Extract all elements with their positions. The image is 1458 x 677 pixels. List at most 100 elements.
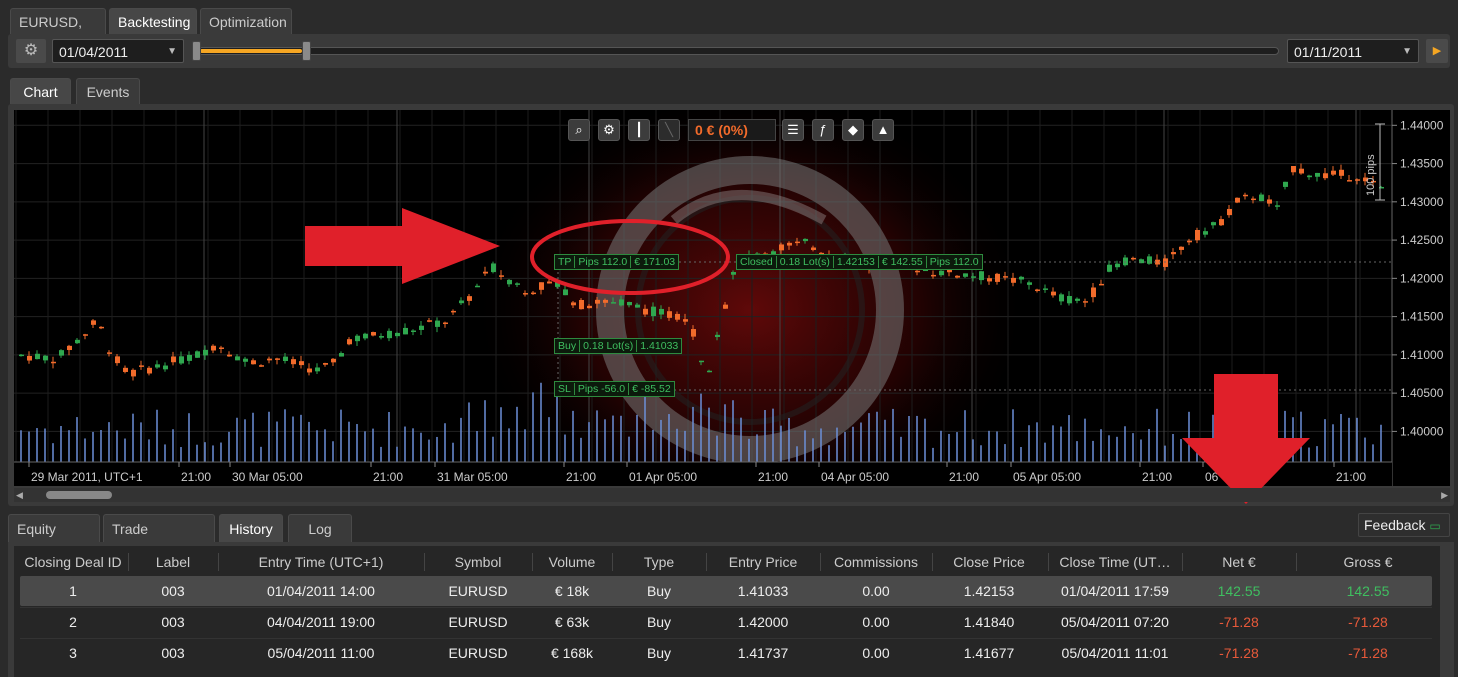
price-chart[interactable]: 1.44000 1.43500 1.43000 1.42500 1.42000 1.415…	[14, 110, 1450, 486]
balance-display: 0 € (0%)	[688, 119, 776, 141]
candle-body	[1315, 172, 1320, 177]
candle-body	[715, 334, 720, 338]
candle-body	[659, 308, 664, 315]
time-axis-label: 21:00	[1142, 470, 1172, 484]
tab-backtesting[interactable]: Backtesting	[109, 8, 197, 34]
candle-body	[403, 327, 408, 335]
candle-body	[475, 285, 480, 288]
tab-chart[interactable]: Chart	[10, 78, 71, 104]
table-cell: 05/04/2011 07:20	[1061, 614, 1169, 630]
tab-events[interactable]: Events	[76, 78, 140, 104]
candle-body	[1219, 219, 1224, 226]
candles-button[interactable]: ┃	[628, 119, 650, 141]
scroll-right-icon[interactable]: ▶	[1441, 488, 1448, 502]
candle-body	[1099, 283, 1104, 286]
column-header[interactable]: Label	[130, 548, 216, 576]
tab-optimization[interactable]: Optimization	[200, 8, 292, 34]
candle-body	[691, 329, 696, 337]
table-cell: 01/04/2011 14:00	[267, 583, 375, 599]
candle-body	[579, 300, 584, 310]
time-axis-label: 21:00	[373, 470, 403, 484]
column-header[interactable]: Closing Deal ID	[20, 548, 126, 576]
buy-label: Buy 0.18 Lot(s) 1.41033	[554, 338, 683, 354]
table-cell: -71.28	[1219, 614, 1259, 630]
table-cell: 0.00	[862, 583, 890, 599]
range-slider-track[interactable]	[197, 47, 1279, 55]
fx-button[interactable]: ƒ	[812, 119, 834, 141]
candle-body	[1307, 175, 1312, 178]
candle-body	[1211, 222, 1216, 226]
time-axis-label: 21:00	[758, 470, 788, 484]
candle-body	[1019, 276, 1024, 280]
zoom-button[interactable]: ⌕	[568, 119, 590, 141]
candle-body	[323, 363, 328, 365]
column-header[interactable]: Type	[614, 548, 704, 576]
start-date-select[interactable]: 01/04/2011 ▼	[52, 39, 184, 63]
table-cell: 1.41677	[963, 645, 1015, 661]
table-cell: -71.28	[1348, 614, 1388, 630]
settings-button[interactable]: ⚙	[16, 39, 46, 63]
candle-body	[131, 369, 136, 377]
column-header[interactable]: Entry Time (UTC+1)	[220, 548, 422, 576]
column-header[interactable]: Close Time (UT…	[1050, 548, 1180, 576]
candle-body	[227, 354, 232, 357]
table-cell: Buy	[646, 614, 672, 630]
time-axis-label: 30 Mar 05:00	[232, 470, 303, 484]
candle-body	[1067, 296, 1072, 304]
table-cell: 1.41737	[737, 645, 789, 661]
column-header[interactable]: Entry Price	[708, 548, 818, 576]
candle-body	[379, 336, 384, 338]
tab-symbol[interactable]: EURUSD, h1	[10, 8, 106, 56]
candle-body	[595, 299, 600, 304]
candle-body	[667, 311, 672, 318]
play-button[interactable]: ▶	[1426, 39, 1448, 63]
end-date-select[interactable]: 01/11/2011 ▼	[1287, 39, 1419, 63]
fx-icon: ƒ	[819, 122, 827, 137]
tab-trade-statistics[interactable]: Trade Statistics	[103, 514, 215, 565]
column-header[interactable]: Commissions	[822, 548, 930, 576]
table-cell: 05/04/2011 11:01	[1061, 645, 1169, 661]
price-axis-label: 1.43500	[1400, 157, 1444, 171]
table-cell: 1.42000	[737, 614, 789, 630]
line-tool-button[interactable]: ╲	[658, 119, 680, 141]
tab-log[interactable]: Log	[288, 514, 352, 542]
tab-equity-chart[interactable]: Equity Chart	[8, 514, 100, 565]
list-icon: ☰	[787, 122, 799, 137]
candle-body	[931, 274, 936, 277]
range-handle-start[interactable]	[192, 41, 201, 61]
column-separator	[612, 553, 613, 571]
price-axis-label: 1.42500	[1400, 233, 1444, 247]
candle-body	[1003, 276, 1008, 278]
candle-body	[1059, 294, 1064, 302]
play-icon: ▶	[1432, 45, 1442, 57]
candle-body	[1187, 240, 1192, 243]
candle-body	[219, 347, 224, 349]
candle-body	[1123, 257, 1128, 266]
column-header[interactable]: Symbol	[426, 548, 530, 576]
scrollbar-thumb[interactable]	[46, 491, 112, 499]
tab-history[interactable]: History	[219, 514, 283, 542]
column-header[interactable]: Close Price	[934, 548, 1044, 576]
marker-button[interactable]: ◆	[842, 119, 864, 141]
candle-body	[1027, 282, 1032, 285]
feedback-button[interactable]: Feedback ▭	[1358, 513, 1450, 537]
candle-body	[387, 330, 392, 339]
table-cell: 3	[69, 645, 77, 661]
candle-body	[203, 349, 208, 356]
column-header[interactable]: Volume	[534, 548, 610, 576]
time-axis-label: 21:00	[566, 470, 596, 484]
table-cell: Buy	[646, 645, 672, 661]
profile-button[interactable]: ▲	[872, 119, 894, 141]
scroll-left-icon[interactable]: ◀	[16, 488, 23, 502]
chart-settings-button[interactable]: ⚙	[598, 119, 620, 141]
candle-body	[1355, 179, 1360, 181]
chart-scrollbar[interactable]: ◀ ▶	[14, 488, 1450, 502]
price-axis-label: 1.41000	[1400, 348, 1444, 362]
column-header[interactable]: Gross €	[1298, 548, 1438, 576]
candle-body	[811, 247, 816, 250]
candle-body	[115, 356, 120, 364]
list-button[interactable]: ☰	[782, 119, 804, 141]
candle-body	[107, 352, 112, 354]
column-header[interactable]: Net €	[1184, 548, 1294, 576]
range-handle-end[interactable]	[302, 41, 311, 61]
